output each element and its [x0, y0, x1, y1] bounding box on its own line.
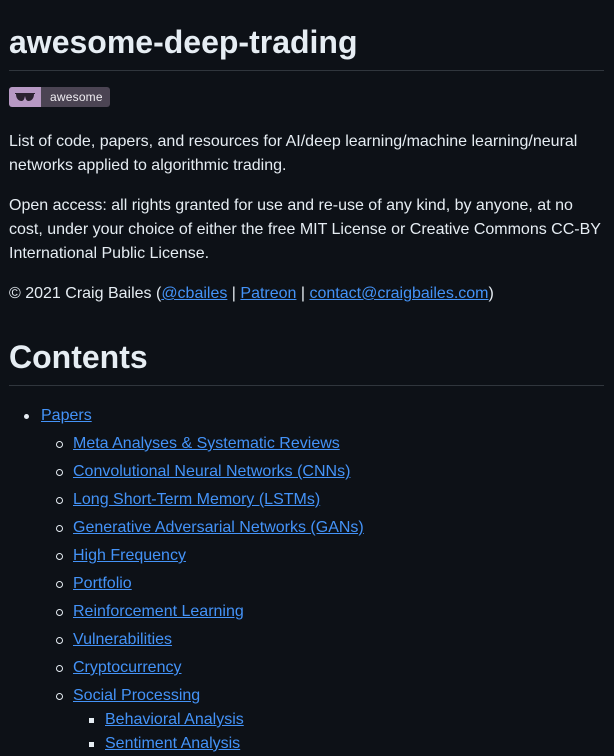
- toc-subitem: Behavioral Analysis: [73, 708, 604, 732]
- toc-subitem: Sentiment Analysis: [73, 732, 604, 756]
- toc-item: High Frequency: [41, 544, 604, 568]
- credit-prefix: © 2021 Craig Bailes (: [9, 285, 162, 302]
- email-link[interactable]: contact@craigbailes.com: [310, 285, 489, 302]
- toc-link-reinforcement-learning[interactable]: Reinforcement Learning: [73, 603, 244, 620]
- toc-link-cnns[interactable]: Convolutional Neural Networks (CNNs): [73, 463, 350, 480]
- credit-suffix: ): [488, 285, 494, 302]
- patreon-link[interactable]: Patreon: [240, 285, 296, 302]
- credit-separator-2: |: [296, 285, 310, 302]
- toc-link-cryptocurrency[interactable]: Cryptocurrency: [73, 659, 181, 676]
- toc-item: Convolutional Neural Networks (CNNs): [41, 460, 604, 484]
- toc-item: Meta Analyses & Systematic Reviews: [41, 432, 604, 456]
- toc-link-lstms[interactable]: Long Short-Term Memory (LSTMs): [73, 491, 320, 508]
- toc-link-gans[interactable]: Generative Adversarial Networks (GANs): [73, 519, 364, 536]
- readme-page: awesome-deep-trading awesome List of cod…: [0, 0, 614, 756]
- toc-link-vulnerabilities[interactable]: Vulnerabilities: [73, 631, 172, 648]
- social-processing-sublist: Behavioral Analysis Sentiment Analysis: [73, 708, 604, 756]
- toc-link-portfolio[interactable]: Portfolio: [73, 575, 132, 592]
- toc-item: Generative Adversarial Networks (GANs): [41, 516, 604, 540]
- toc-item: Cryptocurrency: [41, 656, 604, 680]
- toc-item: Portfolio: [41, 572, 604, 596]
- toc-item: Reinforcement Learning: [41, 600, 604, 624]
- awesome-badge[interactable]: awesome: [9, 87, 110, 107]
- toc-link-behavioral-analysis[interactable]: Behavioral Analysis: [105, 711, 244, 728]
- badge-label: awesome: [41, 87, 110, 107]
- toc-link-sentiment-analysis[interactable]: Sentiment Analysis: [105, 735, 240, 752]
- credit-line: © 2021 Craig Bailes (@cbailes | Patreon …: [9, 282, 604, 306]
- toc-link-social-processing[interactable]: Social Processing: [73, 687, 200, 704]
- sunglasses-icon: [9, 87, 41, 107]
- papers-sublist: Meta Analyses & Systematic Reviews Convo…: [41, 432, 604, 756]
- contents-heading: Contents: [9, 337, 604, 386]
- twitter-link[interactable]: @cbailes: [161, 285, 227, 302]
- toc-item: Vulnerabilities: [41, 628, 604, 652]
- toc-item-papers: Papers Meta Analyses & Systematic Review…: [9, 404, 604, 756]
- credit-separator-1: |: [227, 285, 241, 302]
- table-of-contents: Papers Meta Analyses & Systematic Review…: [9, 404, 604, 756]
- toc-item: Long Short-Term Memory (LSTMs): [41, 488, 604, 512]
- intro-paragraph: List of code, papers, and resources for …: [9, 133, 578, 174]
- toc-link-papers[interactable]: Papers: [41, 407, 92, 424]
- toc-link-meta-analyses[interactable]: Meta Analyses & Systematic Reviews: [73, 435, 340, 452]
- toc-link-high-frequency[interactable]: High Frequency: [73, 547, 186, 564]
- license-paragraph: Open access: all rights granted for use …: [9, 197, 601, 262]
- page-title: awesome-deep-trading: [9, 0, 604, 71]
- toc-item: Social Processing Behavioral Analysis Se…: [41, 684, 604, 756]
